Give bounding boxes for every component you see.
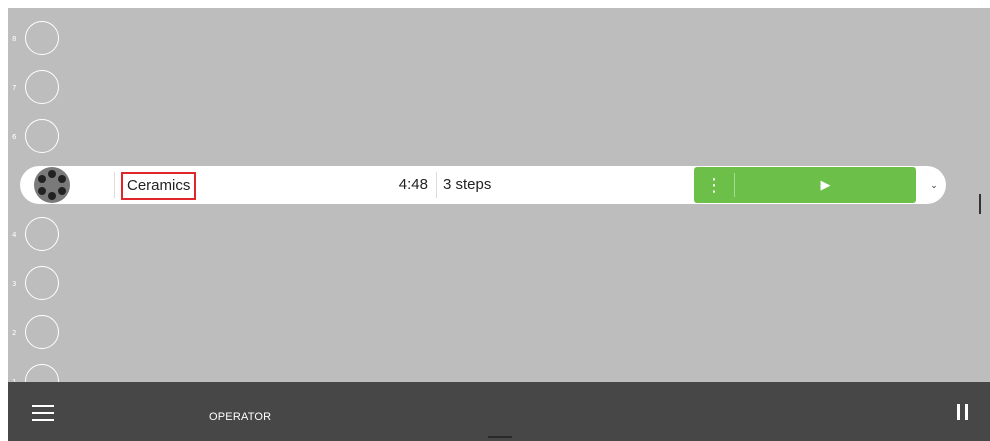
play-button[interactable]: ▶ <box>735 167 916 203</box>
program-name[interactable]: Ceramics <box>121 172 197 200</box>
bottom-bar: OPERATOR <box>8 382 990 441</box>
slot-1[interactable]: 1 <box>8 363 68 382</box>
slot-2[interactable]: 2 <box>8 314 68 354</box>
divider <box>114 172 115 198</box>
empty-slot-circle[interactable] <box>25 217 59 251</box>
program-duration: 4:48 <box>398 176 428 193</box>
run-action-group: ⋮ ▶ <box>694 167 916 203</box>
pause-icon[interactable] <box>957 404 969 420</box>
empty-slot-circle[interactable] <box>25 21 59 55</box>
slot-4[interactable]: 4 <box>8 216 68 256</box>
drag-handle[interactable] <box>488 436 512 438</box>
program-row-ceramics[interactable]: 5 Ceramics 4:48 3 steps ⋮ ▶ ⌄ <box>12 166 946 204</box>
slot-7[interactable]: 7 <box>8 69 68 109</box>
empty-slot-circle[interactable] <box>25 364 59 382</box>
slot-number: 2 <box>12 329 17 337</box>
slot-8[interactable]: 8 <box>8 20 68 60</box>
slot-number: 8 <box>12 35 17 43</box>
empty-slot-circle[interactable] <box>25 315 59 349</box>
empty-slot-circle[interactable] <box>25 70 59 104</box>
chevron-down-icon[interactable]: ⌄ <box>922 166 946 204</box>
empty-slot-circle[interactable] <box>25 119 59 153</box>
hamburger-icon[interactable] <box>32 405 54 421</box>
slot-number: 3 <box>12 280 17 288</box>
sample-carousel-icon <box>34 167 70 203</box>
scrollbar[interactable] <box>979 194 981 214</box>
slot-number: 5 <box>12 179 17 187</box>
program-list: 8 7 6 5 Ceramics 4:48 3 steps ⋮ ▶ ⌄ 4 3 … <box>8 8 990 382</box>
slot-3[interactable]: 3 <box>8 265 68 305</box>
slot-number: 6 <box>12 133 17 141</box>
more-options-icon[interactable]: ⋮ <box>694 167 734 203</box>
slot-6[interactable]: 6 <box>8 118 68 158</box>
mode-label: OPERATOR <box>209 411 272 423</box>
slot-number: 7 <box>12 84 17 92</box>
program-steps: 3 steps <box>443 176 492 193</box>
slot-number: 4 <box>12 231 17 239</box>
divider <box>436 172 437 198</box>
empty-slot-circle[interactable] <box>25 266 59 300</box>
